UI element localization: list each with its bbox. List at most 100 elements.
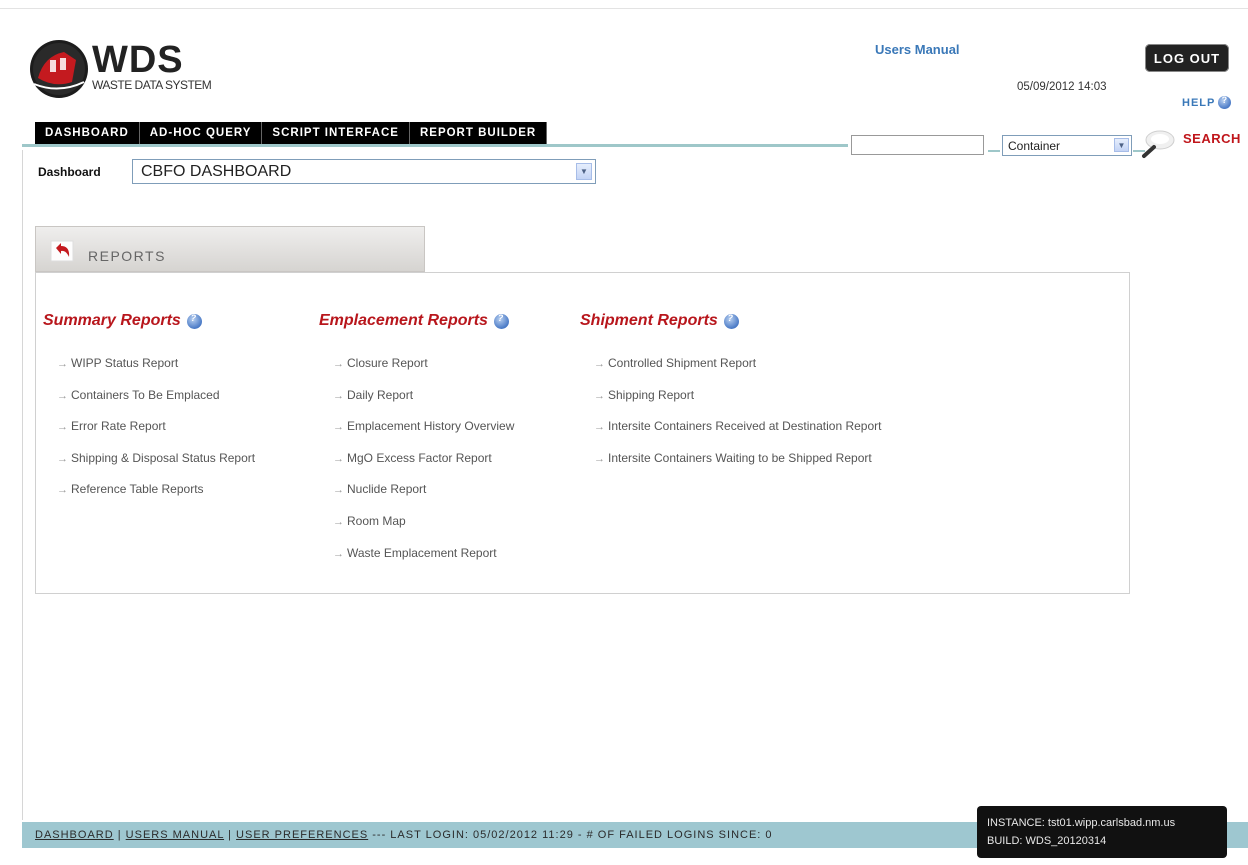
arrow-icon: → [594,389,605,402]
dashboard-select-value: CBFO DASHBOARD [141,162,292,180]
arrow-icon: → [333,452,344,465]
report-link-label[interactable]: Controlled Shipment Report [608,356,756,370]
dashboard-label: Dashboard [38,165,101,179]
arrow-icon: → [594,421,605,434]
wds-logo-icon [30,40,88,98]
logo-title: WDS [92,39,184,81]
instance-name: INSTANCE: tst01.wipp.carlsbad.nm.us [987,817,1176,829]
logo-subtitle: WASTE DATA SYSTEM [92,78,212,92]
users-manual-link[interactable]: Users Manual [875,42,960,57]
arrow-icon: → [333,421,344,434]
help-icon[interactable] [723,313,739,329]
arrow-icon: → [57,389,68,402]
left-border [22,150,23,820]
chevron-down-icon[interactable]: ▼ [1114,138,1129,152]
report-link[interactable]: → Daily Report [333,388,514,420]
back-arrow-icon [50,240,74,262]
help-label: HELP [1182,96,1216,109]
footer-dashboard-link[interactable]: DASHBOARD [35,829,114,841]
tab-report-builder[interactable]: REPORT BUILDER [409,122,548,144]
footer-links: DASHBOARD | USERS MANUAL | USER PREFEREN… [35,829,773,841]
report-link[interactable]: → Room Map [333,514,514,546]
report-link[interactable]: → Closure Report [333,356,514,388]
report-link-label[interactable]: Containers To Be Emplaced [71,388,220,402]
arrow-icon: → [57,421,68,434]
report-link-label[interactable]: Nuclide Report [347,482,426,496]
report-link[interactable]: → Containers To Be Emplaced [57,388,255,420]
arrow-icon: → [333,358,344,370]
tab-script-interface[interactable]: SCRIPT INTERFACE [262,122,410,144]
report-link-label[interactable]: Error Rate Report [71,419,166,433]
report-link-label[interactable]: Intersite Containers Waiting to be Shipp… [608,451,872,465]
help-icon[interactable] [186,313,202,329]
footer-separator: | [113,829,126,841]
report-link[interactable]: → Emplacement History Overview [333,419,514,451]
report-link-label[interactable]: Daily Report [347,388,413,402]
summary-reports-heading: Summary Reports [43,312,255,330]
emplacement-reports-title: Emplacement Reports [319,312,488,329]
report-link[interactable]: → MgO Excess Factor Report [333,451,514,483]
instance-info-box: INSTANCE: tst01.wipp.carlsbad.nm.us BUIL… [977,806,1227,858]
footer-separator: | [224,829,237,841]
report-link[interactable]: → Intersite Containers Received at Destin… [594,419,881,451]
arrow-icon: → [333,547,344,560]
report-link[interactable]: → Shipping Report [594,388,881,420]
arrow-icon: → [333,389,344,402]
report-link-label[interactable]: Closure Report [347,356,428,370]
arrow-icon: → [594,358,605,370]
report-link[interactable]: → Shipping & Disposal Status Report [57,451,255,483]
search-button[interactable]: SEARCH [1183,131,1241,146]
report-link-label[interactable]: Room Map [347,514,406,528]
report-link-label[interactable]: Shipping Report [608,388,694,402]
chevron-down-icon[interactable]: ▼ [576,163,592,180]
report-link[interactable]: → Waste Emplacement Report [333,546,514,578]
last-login-info: --- LAST LOGIN: 05/02/2012 11:29 - # OF … [368,829,773,841]
emplacement-reports-column: Emplacement Reports →Closure Report →Dai… [319,312,514,577]
report-link-label[interactable]: WIPP Status Report [71,356,178,370]
report-link[interactable]: → WIPP Status Report [57,356,255,388]
arrow-icon: → [333,515,344,528]
shipment-reports-column: Shipment Reports →Controlled Shipment Re… [580,312,881,482]
reports-tab-label: REPORTS [88,248,166,264]
search-type-value: Container [1008,138,1061,153]
dashboard-select[interactable]: CBFO DASHBOARD ▼ [132,159,596,184]
report-link-label[interactable]: Reference Table Reports [71,482,204,496]
nav-divider-segment [988,150,1000,152]
wds-logo[interactable]: WDS WASTE DATA SYSTEM [28,38,218,104]
search-type-select[interactable]: Container ▼ [1002,135,1132,156]
arrow-icon: → [57,452,68,465]
tab-dashboard[interactable]: DASHBOARD [35,122,140,144]
report-link-label[interactable]: Emplacement History Overview [347,419,514,433]
arrow-icon: → [594,452,605,465]
footer-user-preferences-link[interactable]: USER PREFERENCES [236,829,368,841]
logout-button[interactable]: LOG OUT [1145,44,1229,72]
search-input[interactable] [851,135,984,155]
arrow-icon: → [333,484,344,497]
report-link-label[interactable]: Intersite Containers Received at Destina… [608,419,881,433]
summary-reports-title: Summary Reports [43,312,181,329]
tab-ad-hoc-query[interactable]: AD-HOC QUERY [139,122,263,144]
report-link[interactable]: → Nuclide Report [333,482,514,514]
main-nav: DASHBOARD AD-HOC QUERY SCRIPT INTERFACE … [35,122,548,144]
shipment-reports-title: Shipment Reports [580,312,718,329]
help-link[interactable]: HELP [1182,95,1232,109]
report-link[interactable]: → Controlled Shipment Report [594,356,881,388]
shipment-reports-heading: Shipment Reports [580,312,881,330]
help-icon[interactable] [493,313,509,329]
arrow-icon: → [57,484,68,497]
footer-users-manual-link[interactable]: USERS MANUAL [126,829,224,841]
build-version: BUILD: WDS_20120314 [987,835,1107,847]
report-link-label[interactable]: Waste Emplacement Report [347,546,497,560]
report-link[interactable]: → Intersite Containers Waiting to be Ship… [594,451,881,483]
search-icon[interactable] [1140,128,1180,162]
top-border [0,8,1248,9]
help-icon [1218,95,1232,109]
report-link[interactable]: → Reference Table Reports [57,482,255,514]
summary-reports-column: Summary Reports →WIPP Status Report →Con… [43,312,255,514]
report-link-label[interactable]: MgO Excess Factor Report [347,451,492,465]
nav-divider [22,144,848,147]
current-datetime: 05/09/2012 14:03 [1017,81,1107,93]
report-link-label[interactable]: Shipping & Disposal Status Report [71,451,255,465]
report-link[interactable]: → Error Rate Report [57,419,255,451]
reports-tab[interactable]: REPORTS [35,226,425,272]
